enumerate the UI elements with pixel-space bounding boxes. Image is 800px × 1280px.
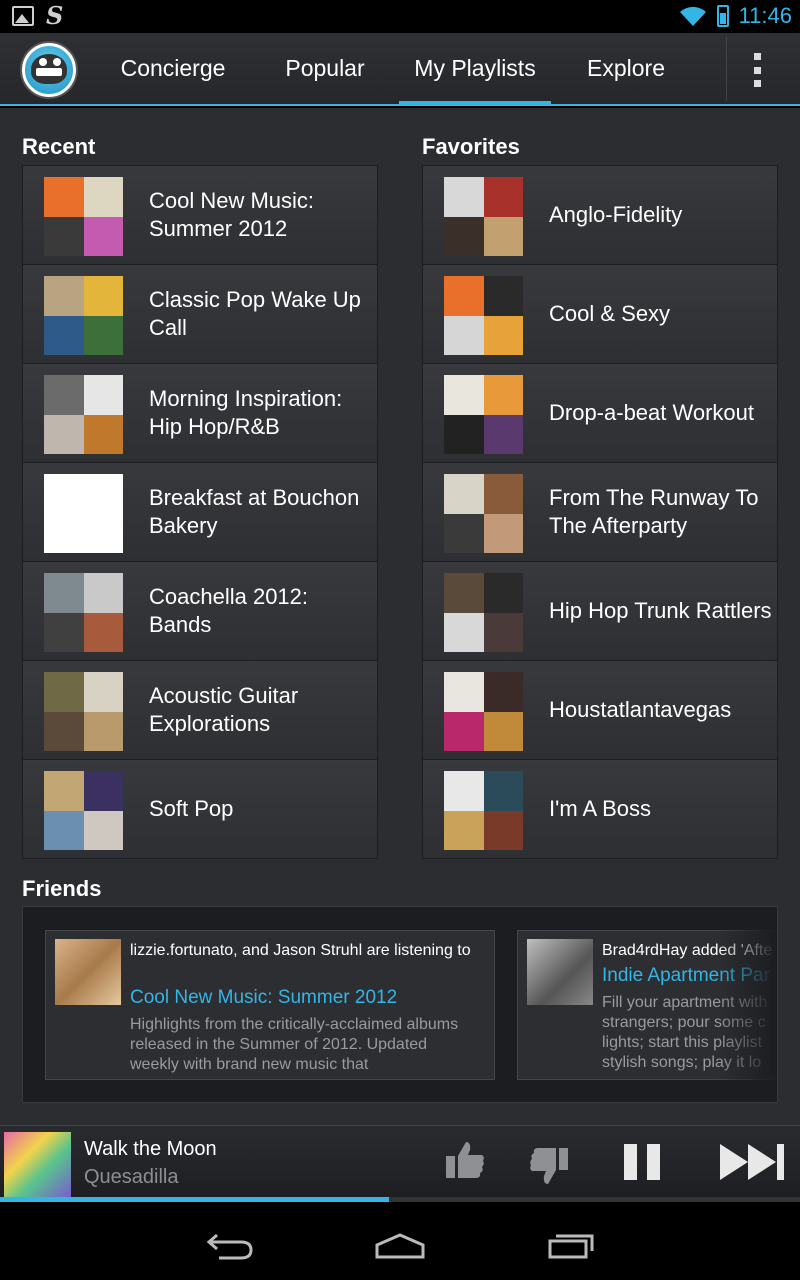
playlist-row[interactable]: I'm A Boss — [423, 760, 777, 858]
playlist-row[interactable]: Hip Hop Trunk Rattlers — [423, 562, 777, 660]
playlist-cover-art — [44, 771, 123, 850]
friends-heading: Friends — [22, 876, 102, 901]
playlist-row[interactable]: Houstatlantavegas — [423, 661, 777, 759]
tab-bar: Concierge Popular My Playlists Explore — [95, 33, 701, 106]
now-playing-title: Walk the Moon — [84, 1138, 217, 1160]
playlist-title: Cool & Sexy — [549, 301, 671, 326]
playback-progress-bar[interactable] — [0, 1197, 800, 1202]
friend-avatar — [55, 939, 121, 1005]
friend-activity-card[interactable]: lizzie.fortunato, and Jason Struhl are l… — [45, 930, 495, 1080]
battery-icon — [716, 5, 729, 27]
tab-concierge[interactable]: Concierge — [95, 33, 251, 106]
recent-list: Cool New Music: Summer 2012 Classic Pop W… — [22, 165, 378, 859]
playlist-row[interactable]: Cool & Sexy — [423, 265, 777, 363]
playlist-title: Acoustic Guitar Explorations — [149, 683, 299, 736]
playlist-cover-art — [444, 672, 523, 751]
image-notification-icon — [12, 6, 34, 26]
playlist-title: Drop-a-beat Workout — [549, 400, 755, 425]
playlist-cover-art — [444, 375, 523, 454]
songza-notification-icon: S — [46, 1, 64, 30]
playlist-title: Classic Pop Wake Up Call — [149, 287, 361, 340]
friend-activity-text: lizzie.fortunato, and Jason Struhl are l… — [130, 942, 471, 959]
wifi-icon — [679, 6, 706, 27]
thumbs-up-icon[interactable] — [444, 1140, 486, 1180]
playlist-row[interactable]: Drop-a-beat Workout — [423, 364, 777, 462]
overflow-menu-icon[interactable] — [750, 53, 764, 87]
pause-icon[interactable] — [622, 1142, 664, 1182]
tab-explore[interactable]: Explore — [551, 33, 701, 106]
favorites-heading: Favorites — [422, 134, 520, 159]
playlist-row[interactable]: Morning Inspiration: Hip Hop/R&B — [23, 364, 377, 462]
now-playing-album-art[interactable] — [4, 1132, 71, 1198]
recent-heading: Recent — [22, 134, 96, 159]
action-bar: Concierge Popular My Playlists Explore — [0, 33, 800, 106]
playlist-cover-art — [44, 276, 123, 355]
recent-apps-icon[interactable] — [547, 1231, 595, 1259]
scroll-fade — [717, 907, 777, 1102]
playlist-cover-art — [44, 573, 123, 652]
playlist-title: Hip Hop Trunk Rattlers — [549, 598, 772, 623]
friend-avatar — [527, 939, 593, 1005]
playlist-cover-art — [44, 375, 123, 454]
playlist-title: I'm A Boss — [549, 796, 652, 821]
favorites-list: Anglo-Fidelity Cool & Sexy Drop-a-beat Wor… — [422, 165, 778, 859]
playlist-title: From The Runway To The Afterparty — [549, 485, 759, 538]
action-bar-divider — [726, 37, 727, 101]
tab-my-playlists[interactable]: My Playlists — [399, 33, 551, 106]
playlist-row[interactable]: Breakfast at Bouchon Bakery — [23, 463, 377, 561]
now-playing-bar[interactable]: Walk the Moon Quesadilla — [0, 1125, 800, 1200]
playlist-cover-art — [444, 771, 523, 850]
playlist-row[interactable]: From The Runway To The Afterparty — [423, 463, 777, 561]
playlist-title: Coachella 2012: Bands — [149, 584, 309, 637]
friend-playlist-description: Highlights from the critically-acclaimed… — [130, 1016, 459, 1073]
status-clock: 11:46 — [738, 3, 792, 28]
playlist-row[interactable]: Cool New Music: Summer 2012 — [23, 166, 377, 264]
back-icon[interactable] — [205, 1231, 255, 1261]
now-playing-artist: Quesadilla — [84, 1166, 179, 1188]
playlist-title: Houstatlantavegas — [549, 697, 732, 722]
playlist-title: Soft Pop — [149, 796, 234, 821]
playlist-cover-art — [44, 474, 123, 553]
main-content: Recent Favorites Cool New Music: Summer … — [0, 108, 800, 1125]
friends-feed[interactable]: lizzie.fortunato, and Jason Struhl are l… — [22, 906, 778, 1103]
tab-popular[interactable]: Popular — [251, 33, 399, 106]
playlist-cover-art — [44, 177, 123, 256]
playlist-title: Anglo-Fidelity — [549, 202, 683, 227]
playlist-row[interactable]: Anglo-Fidelity — [423, 166, 777, 264]
playlist-cover-art — [44, 672, 123, 751]
playlist-row[interactable]: Classic Pop Wake Up Call — [23, 265, 377, 363]
playlist-cover-art — [444, 177, 523, 256]
playlist-cover-art — [444, 474, 523, 553]
playlist-cover-art — [444, 276, 523, 355]
playlist-title: Breakfast at Bouchon Bakery — [149, 485, 360, 538]
home-icon[interactable] — [374, 1233, 426, 1259]
playlist-row[interactable]: Soft Pop — [23, 760, 377, 858]
friend-playlist-link[interactable]: Cool New Music: Summer 2012 — [130, 987, 397, 1009]
playback-progress-fill — [0, 1197, 389, 1202]
playlist-cover-art — [444, 573, 523, 652]
playlist-title: Morning Inspiration: Hip Hop/R&B — [149, 386, 343, 439]
playlist-title: Cool New Music: Summer 2012 — [149, 188, 315, 241]
thumbs-down-icon[interactable] — [528, 1146, 570, 1186]
system-nav-bar — [0, 1203, 800, 1280]
status-bar: S 11:46 — [0, 0, 800, 33]
app-logo-icon[interactable] — [22, 43, 76, 97]
playlist-row[interactable]: Coachella 2012: Bands — [23, 562, 377, 660]
playlist-row[interactable]: Acoustic Guitar Explorations — [23, 661, 377, 759]
skip-next-icon[interactable] — [718, 1142, 786, 1182]
